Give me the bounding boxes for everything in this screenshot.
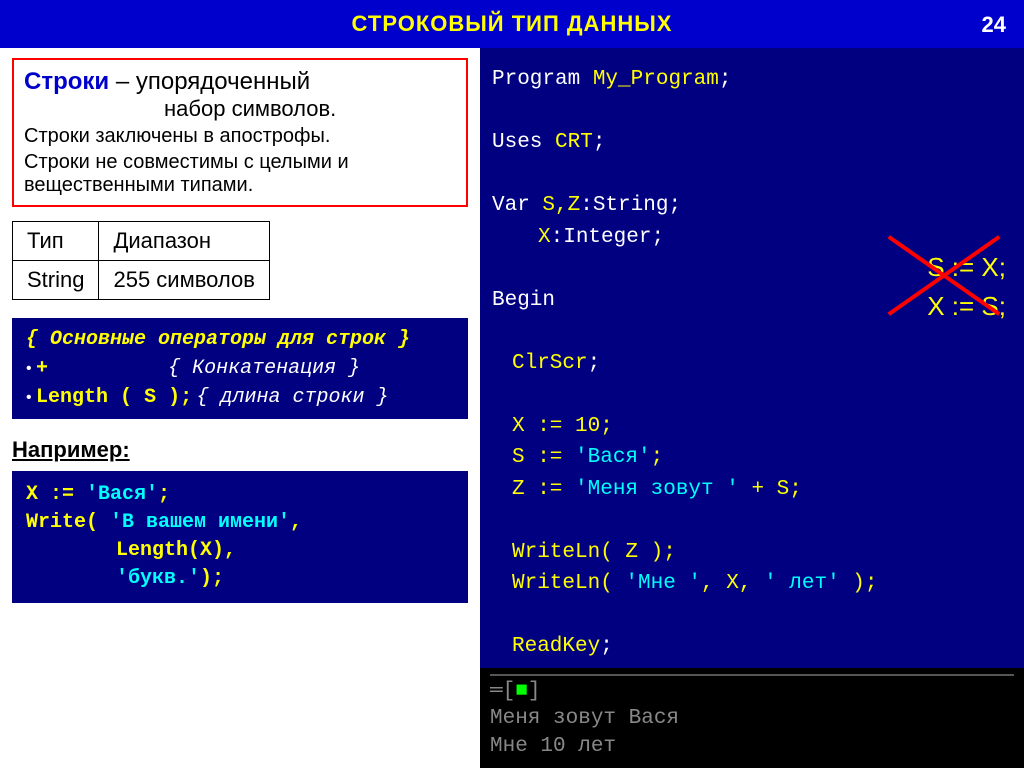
table-header-range: Диапазон bbox=[99, 222, 269, 261]
definition-sub2: Строки не совместимы с целыми и веществе… bbox=[24, 151, 456, 197]
output-line: Меня зовут Вася bbox=[490, 705, 1014, 732]
code-line: Write( 'В вашем имени', bbox=[26, 509, 454, 537]
definition-line2: набор символов. bbox=[24, 96, 456, 122]
output-marker: ═[■] bbox=[490, 678, 1014, 705]
cross-icon bbox=[874, 236, 1014, 312]
code-line: ClrScr; bbox=[492, 348, 1012, 380]
code-line: Uses CRT; bbox=[492, 127, 1012, 159]
page-title: СТРОКОВЫЙ ТИП ДАННЫХ bbox=[352, 11, 673, 37]
slide-content: Строки – упорядоченный набор символов. С… bbox=[0, 48, 1024, 768]
code-line: ReadKey; bbox=[492, 631, 1012, 663]
definition-box: Строки – упорядоченный набор символов. С… bbox=[12, 58, 468, 207]
example-code-box: X := 'Вася'; Write( 'В вашем имени', Len… bbox=[12, 471, 468, 603]
page-number: 24 bbox=[982, 12, 1006, 38]
table-cell-range: 255 символов bbox=[99, 261, 269, 300]
output-console: ═[■] Меня зовут Вася Мне 10 лет bbox=[480, 668, 1024, 768]
operators-box: { Основные операторы для строк } • +{ Ко… bbox=[12, 318, 468, 419]
operator-line: • Length ( S ); { длина строки } bbox=[26, 386, 454, 409]
code-line: WriteLn( Z ); bbox=[492, 537, 1012, 569]
code-line: Length(X), bbox=[26, 537, 454, 565]
table-row: String 255 символов bbox=[13, 261, 270, 300]
output-line: Мне 10 лет bbox=[490, 733, 1014, 760]
code-line: WriteLn( 'Мне ', X, ' лет' ); bbox=[492, 568, 1012, 600]
table-row: Тип Диапазон bbox=[13, 222, 270, 261]
code-line: Var S,Z:String; bbox=[492, 190, 1012, 222]
example-label: Например: bbox=[12, 437, 468, 463]
code-line: X := 10; bbox=[492, 411, 1012, 443]
slide-header: СТРОКОВЫЙ ТИП ДАННЫХ 24 bbox=[0, 0, 1024, 48]
definition-sub1: Строки заключены в апострофы. bbox=[24, 125, 456, 148]
left-column: Строки – упорядоченный набор символов. С… bbox=[0, 48, 480, 768]
code-line: Z := 'Меня зовут ' + S; bbox=[492, 474, 1012, 506]
table-cell-type: String bbox=[13, 261, 99, 300]
table-header-type: Тип bbox=[13, 222, 99, 261]
term: Строки bbox=[24, 68, 109, 95]
code-line: S := 'Вася'; bbox=[492, 442, 1012, 474]
operator-line: • +{ Конкатенация } bbox=[26, 357, 454, 380]
range-table: Тип Диапазон String 255 символов bbox=[12, 221, 270, 300]
operators-title: { Основные операторы для строк } bbox=[26, 328, 454, 351]
code-line: X := 'Вася'; bbox=[26, 481, 454, 509]
code-line: Program My_Program; bbox=[492, 64, 1012, 96]
code-line: 'букв.'); bbox=[26, 565, 454, 593]
definition-line1: Строки – упорядоченный bbox=[24, 68, 456, 96]
code-panel: Program My_Program; Uses CRT; Var S,Z:St… bbox=[480, 48, 1024, 768]
